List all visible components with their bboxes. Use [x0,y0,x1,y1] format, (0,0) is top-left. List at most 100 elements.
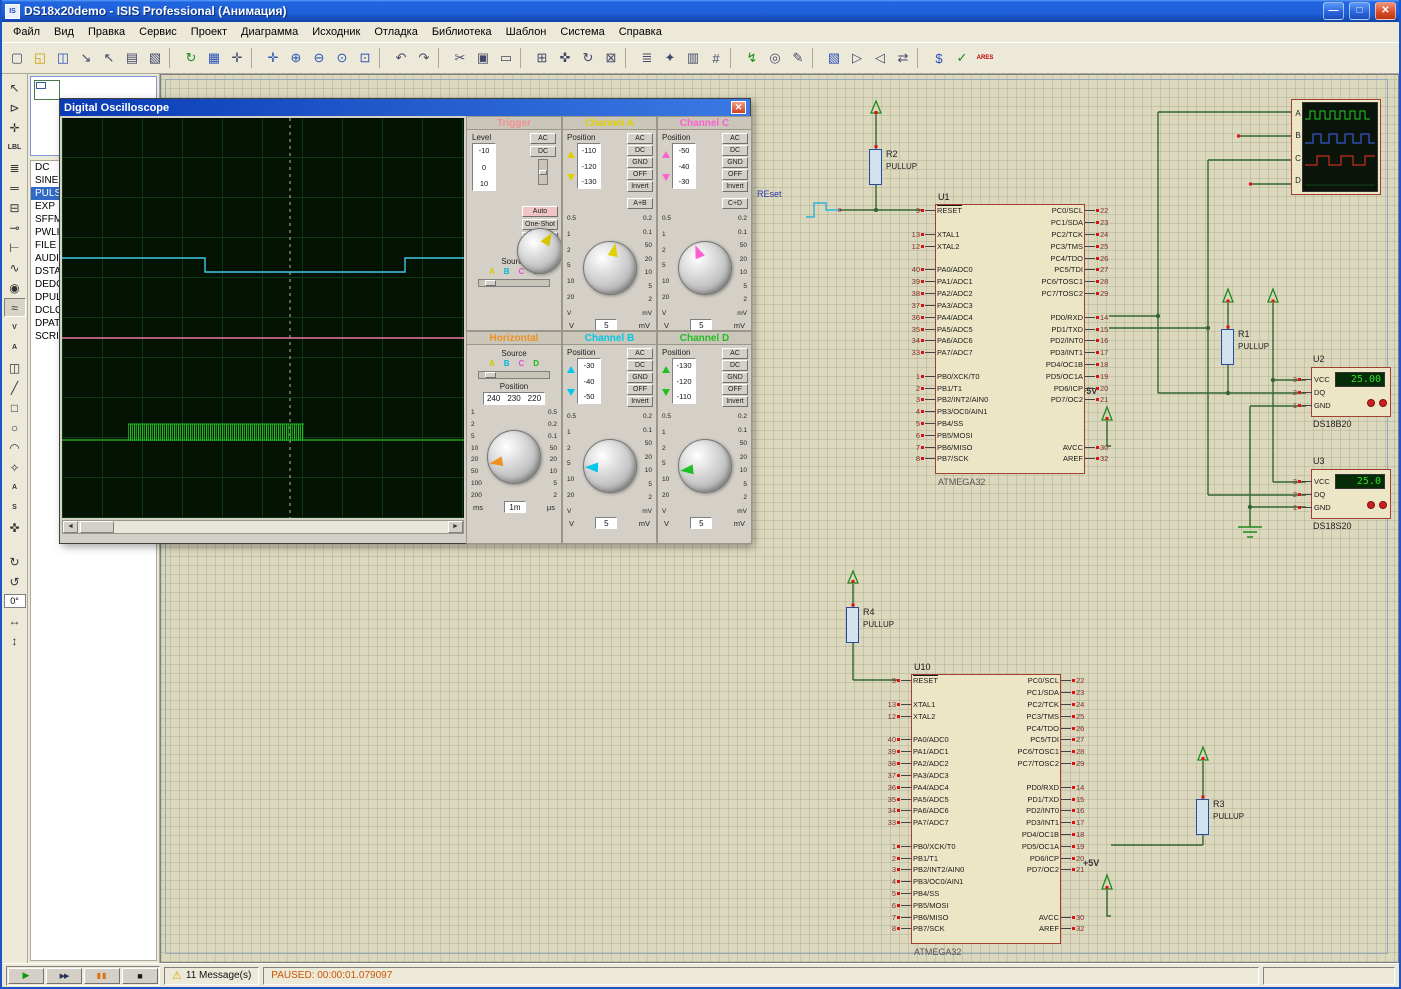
search-tag-button[interactable]: ◎ [764,47,786,69]
origin-button[interactable]: ✛ [226,47,248,69]
menu-view[interactable]: Вид [47,24,81,40]
position-down-arrow-icon[interactable] [567,174,575,181]
coupling-dc-button[interactable]: DC [722,145,748,156]
toolbar-separator[interactable] [917,48,924,68]
netlist-to-ares-button[interactable]: ARES [974,47,996,69]
channel-off-button[interactable]: OFF [627,169,653,180]
coupling-ac-button[interactable]: AC [627,133,653,144]
menu-design[interactable]: Проект [184,24,234,40]
2d-marker-mode-button[interactable]: ✜ [4,518,26,537]
2d-text-mode-button[interactable]: A [4,478,26,497]
position-up-arrow-icon[interactable] [662,366,670,373]
position-down-arrow-icon[interactable] [662,389,670,396]
wire-autorouter-button[interactable]: ↯ [741,47,763,69]
pan-button[interactable]: ✛ [262,47,284,69]
device-pin-mode-button[interactable]: ⊢ [4,238,26,257]
toolbar-separator[interactable] [625,48,632,68]
trigger-auto-button[interactable]: Auto [522,206,558,217]
component-logic-analyzer[interactable]: ABCD [1291,99,1381,195]
invert-button[interactable]: Invert [722,181,748,192]
component-u1-atmega32[interactable]: U1 9RESET13XTAL112XTAL240PA0/ADC039PA1/A… [935,204,1085,474]
menu-file[interactable]: Файл [6,24,47,40]
new-file-button[interactable]: ▢ [6,47,28,69]
maximize-button[interactable]: □ [1349,2,1370,20]
decompose-button[interactable]: # [705,47,727,69]
print-button[interactable]: ▤ [121,47,143,69]
toolbar-separator[interactable] [730,48,737,68]
2d-line-mode-button[interactable]: ╱ [4,378,26,397]
menu-help[interactable]: Справка [612,24,669,40]
tape-recorder-mode-button[interactable]: ◉ [4,278,26,297]
combine-button[interactable]: A+B [627,198,653,209]
text-script-mode-button[interactable]: ≣ [4,158,26,177]
position-down-arrow-icon[interactable] [662,174,670,181]
open-file-button[interactable]: ◱ [29,47,51,69]
trigger-level-slider[interactable]: -10 0 10 [472,143,496,191]
goto-sheet-button[interactable]: ⇄ [892,47,914,69]
invert-button[interactable]: Invert [627,181,653,192]
refresh-display-button[interactable]: ↻ [180,47,202,69]
temperature-increase-button[interactable] [1367,399,1375,407]
coupling-gnd-button[interactable]: GND [627,157,653,168]
2d-circle-mode-button[interactable]: ○ [4,418,26,437]
menu-tools[interactable]: Сервис [132,24,184,40]
gain-knob[interactable] [678,439,732,493]
temperature-decrease-button[interactable] [1379,399,1387,407]
close-icon[interactable]: ✕ [731,101,746,114]
coupling-gnd-button[interactable]: GND [722,157,748,168]
toolbar-separator[interactable] [379,48,386,68]
component-u2-ds18b20[interactable]: U2 3VCC2DQ1GND 25.00 DS18B20 [1283,367,1393,417]
property-assignment-button[interactable]: ✎ [787,47,809,69]
bill-of-materials-button[interactable]: $ [928,47,950,69]
scrollbar-thumb[interactable] [80,521,114,533]
trigger-source-slider[interactable] [478,279,550,287]
combine-button[interactable]: C+D [722,198,748,209]
block-rotate-button[interactable]: ↻ [577,47,599,69]
scroll-left-icon[interactable]: ◄ [63,521,78,533]
menu-source[interactable]: Исходник [305,24,367,40]
channel-off-button[interactable]: OFF [627,384,653,395]
minimize-button[interactable]: — [1323,2,1344,20]
gain-knob[interactable] [678,241,732,295]
position-up-arrow-icon[interactable] [567,366,575,373]
junction-dot-mode-button[interactable]: ✛ [4,118,26,137]
temperature-decrease-button[interactable] [1379,501,1387,509]
toolbar-separator[interactable] [169,48,176,68]
message-panel[interactable]: ⚠ 11 Message(s) [164,967,259,985]
close-button[interactable]: ✕ [1375,2,1396,20]
design-explorer-button[interactable]: ▧ [823,47,845,69]
oscilloscope-titlebar[interactable]: Digital Oscilloscope ✕ [60,99,750,116]
position-slider[interactable]: -130 -120 -110 [672,358,696,404]
position-slider[interactable]: -110 -120 -130 [577,143,601,189]
packaging-tool-button[interactable]: ▥ [682,47,704,69]
current-probe-mode-button[interactable]: A [4,338,26,357]
position-slider[interactable]: -30 -40 -50 [577,358,601,404]
coupling-dc-button[interactable]: DC [627,360,653,371]
block-move-button[interactable]: ✜ [554,47,576,69]
redo-button[interactable]: ↷ [413,47,435,69]
remove-sheet-button[interactable]: ◁ [869,47,891,69]
toolbar-separator[interactable] [251,48,258,68]
generator-mode-button[interactable]: ≈ [4,298,26,317]
new-sheet-button[interactable]: ▷ [846,47,868,69]
menu-template[interactable]: Шаблон [499,24,554,40]
stop-button[interactable]: ■ [122,968,158,984]
2d-symbol-mode-button[interactable]: S [4,498,26,517]
component-mode-button[interactable]: ⊳ [4,98,26,117]
trigger-level-knob[interactable] [517,228,563,274]
menu-edit[interactable]: Правка [81,24,132,40]
export-section-button[interactable]: ↖ [98,47,120,69]
wire-label-mode-button[interactable]: LBL [4,138,26,157]
menu-library[interactable]: Библиотека [425,24,499,40]
step-button[interactable]: ▶▶ [46,968,82,984]
component-u10-atmega32[interactable]: U10 9RESET13XTAL112XTAL240PA0/ADC039PA1/… [911,674,1061,944]
pause-button[interactable]: ▮▮ [84,968,120,984]
timebase-knob[interactable] [487,430,541,484]
coupling-ac-button[interactable]: AC [722,133,748,144]
position-slider[interactable]: -50 -40 -30 [672,143,696,189]
toolbar-separator[interactable] [520,48,527,68]
2d-arc-mode-button[interactable]: ◠ [4,438,26,457]
component-r1[interactable]: R1 PULLUP [1221,329,1234,365]
2d-path-mode-button[interactable]: ✧ [4,458,26,477]
temperature-increase-button[interactable] [1367,501,1375,509]
